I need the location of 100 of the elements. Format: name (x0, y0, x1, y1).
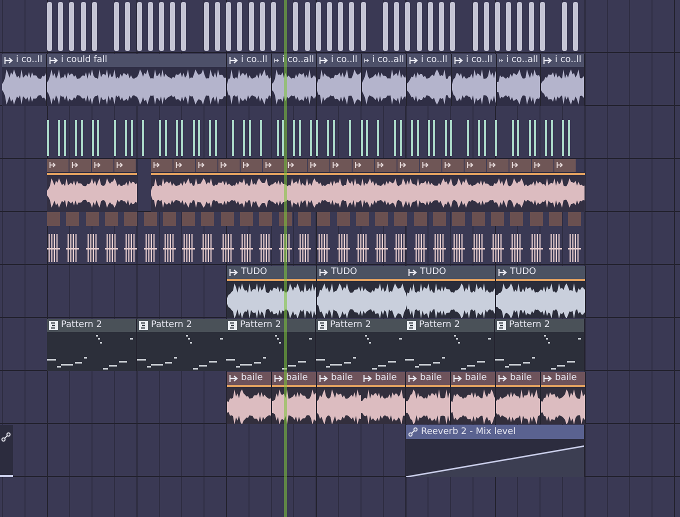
waveform-drawing (317, 388, 361, 424)
audio-clip[interactable]: baile (317, 372, 362, 424)
clip-label: TUDO (510, 266, 536, 279)
audio-clip[interactable]: baile (496, 372, 541, 424)
clip-label: Pattern 2 (240, 319, 281, 332)
pattern-icon (139, 321, 148, 330)
audio-clip-icon (409, 57, 418, 64)
audio-clip[interactable]: i co..all (497, 54, 541, 106)
audio-clip[interactable]: baile (361, 372, 406, 424)
waveform-drawing (272, 68, 316, 106)
clip-label: TUDO (241, 266, 268, 279)
clip-label: i could fall (61, 54, 108, 67)
clip-label: i co..ll (331, 54, 358, 67)
pattern-clip[interactable]: Pattern 2 (47, 319, 137, 371)
audio-clip[interactable]: i co..ll (227, 54, 272, 106)
pattern-clip[interactable]: Pattern 2 (405, 319, 495, 371)
pattern-clip[interactable]: Pattern 2 (495, 319, 585, 371)
audio-clip-icon (408, 375, 417, 382)
clip-label: i co..all (372, 54, 404, 67)
clip-label: baile (555, 372, 577, 385)
audio-clip-icon (319, 269, 328, 276)
audio-clip-icon (229, 57, 238, 64)
waveform-drawing (362, 68, 406, 106)
clip-label: baile (510, 372, 532, 385)
audio-clip[interactable]: baile (541, 372, 586, 424)
clip-label: baile (420, 372, 442, 385)
clip-label: baile (286, 372, 308, 385)
automation-clip[interactable] (0, 425, 13, 477)
audio-clip[interactable]: baile (272, 372, 317, 424)
audio-clip-icon (454, 57, 463, 64)
link-icon (1, 432, 11, 442)
audio-clip[interactable]: TUDO (496, 266, 586, 318)
waveform-drawing (227, 388, 271, 424)
pattern-icon (497, 321, 506, 330)
audio-clip-icon (319, 57, 328, 64)
pattern-icon (318, 321, 327, 330)
audio-clip-icon (364, 57, 370, 64)
clip-label: i co..all (506, 54, 538, 67)
audio-clip-icon (543, 375, 552, 382)
clip-label: i co..ll (16, 54, 42, 67)
clip-label: Reeverb 2 - Mix level (421, 426, 516, 438)
link-icon (408, 427, 418, 437)
waveform-drawing (452, 68, 496, 106)
audio-clip-icon (408, 269, 417, 276)
audio-clip[interactable]: i co..all (362, 54, 407, 106)
clip-label: Pattern 2 (419, 319, 460, 332)
audio-clip-icon (453, 375, 462, 382)
audio-clip-icon (498, 269, 507, 276)
audio-clip[interactable]: TUDO (227, 266, 317, 318)
waveform-drawing (541, 68, 584, 106)
pattern-clip[interactable]: Pattern 2 (137, 319, 227, 371)
waveform-drawing (317, 68, 361, 106)
clip-label: i co..ll (241, 54, 268, 67)
audio-clip-icon (499, 57, 504, 64)
waveform-drawing (451, 388, 495, 424)
audio-clip-icon (319, 375, 328, 382)
audio-clip[interactable]: i co..ll (317, 54, 362, 106)
pattern-clip[interactable]: Pattern 2 (226, 319, 316, 371)
audio-clip-icon (498, 375, 507, 382)
audio-clip[interactable]: i could fall (47, 54, 227, 106)
clip-label: baile (241, 372, 263, 385)
audio-clip[interactable]: TUDO (406, 266, 496, 318)
audio-clip[interactable]: i co..ll (452, 54, 497, 106)
audio-clip-icon (363, 375, 372, 382)
clip-label: Pattern 2 (509, 319, 550, 332)
audio-clip[interactable]: baile (227, 372, 272, 424)
audio-clip[interactable]: TUDO (317, 266, 407, 318)
audio-clip[interactable]: baile (451, 372, 496, 424)
pattern-clip[interactable]: Pattern 2 (316, 319, 406, 371)
audio-clip[interactable]: baile (406, 372, 451, 424)
audio-clip-icon (274, 375, 283, 382)
clip-label: TUDO (420, 266, 446, 279)
audio-clip-icon (274, 57, 280, 64)
audio-clip-icon (49, 57, 58, 64)
waveform-drawing (406, 388, 450, 424)
clip-label: Pattern 2 (330, 319, 371, 332)
clip-label: i co..ll (421, 54, 448, 67)
clip-label: Pattern 2 (151, 319, 192, 332)
clip-label: i co..ll (555, 54, 582, 67)
audio-clip-icon (4, 57, 13, 64)
waveform-drawing (361, 388, 405, 424)
clip-label: Pattern 2 (61, 319, 102, 332)
clip-label: baile (465, 372, 487, 385)
audio-clip[interactable]: i co..ll (541, 54, 585, 106)
clip-label: TUDO (331, 266, 358, 279)
pattern-icon (407, 321, 416, 330)
clip-label: i co..all (282, 54, 314, 67)
audio-clip-icon (543, 57, 552, 64)
audio-clip[interactable]: i co..ll (2, 54, 47, 106)
waveform-drawing (272, 388, 316, 424)
waveform-drawing (407, 68, 451, 106)
automation-clip[interactable]: Reeverb 2 - Mix level (406, 425, 585, 477)
clip-label: baile (375, 372, 397, 385)
clip-label: baile (331, 372, 353, 385)
waveform-drawing (541, 388, 585, 424)
audio-clip-icon (229, 269, 238, 276)
audio-clip[interactable]: i co..all (272, 54, 317, 106)
audio-clip[interactable]: i co..ll (407, 54, 452, 106)
audio-clip-icon (229, 375, 238, 382)
pattern-icon (228, 321, 237, 330)
